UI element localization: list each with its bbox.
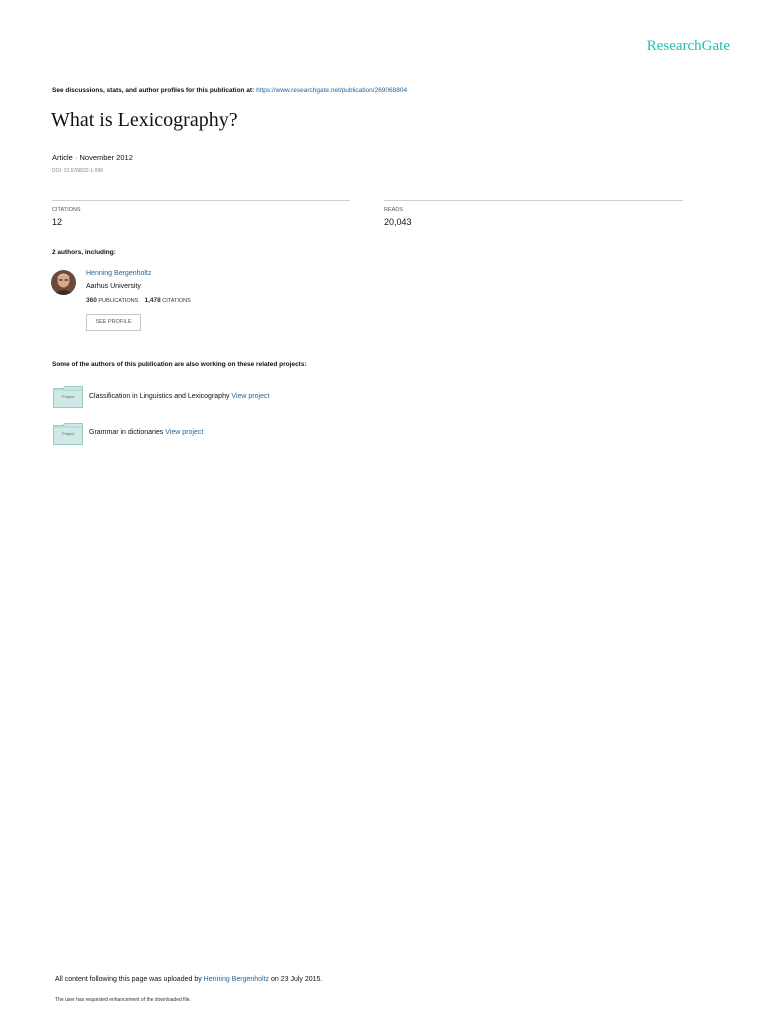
author-citations-count: 1,478 — [144, 297, 161, 304]
discussion-prefix: See discussions, stats, and author profi… — [52, 87, 257, 94]
uploaded-prefix: All content following this page was uplo… — [55, 976, 204, 983]
project-folder-label: Project — [62, 432, 74, 436]
project-item: Classification in Linguistics and Lexico… — [89, 393, 269, 400]
citations-value: 12 — [52, 217, 63, 227]
project-folder-icon: Project — [53, 386, 83, 408]
see-profile-button[interactable]: SEE PROFILE — [86, 314, 141, 331]
citations-divider — [52, 200, 350, 201]
project-folder-label: Project — [62, 395, 74, 399]
citations-label: CITATIONS — [52, 207, 81, 213]
reads-label: READS — [384, 207, 403, 213]
author-name-link[interactable]: Henning Bergenholtz — [86, 270, 151, 277]
uploader-link[interactable]: Henning Bergenholtz — [204, 976, 269, 983]
enhancement-note: The user has requested enhancement of th… — [55, 997, 191, 1003]
article-title: What is Lexicography? — [51, 109, 238, 131]
project-title: Classification in Linguistics and Lexico… — [89, 393, 230, 400]
article-meta: Article · November 2012 — [52, 153, 133, 162]
uploaded-suffix: on 23 July 2015. — [269, 976, 323, 983]
reads-divider — [384, 200, 683, 201]
authors-heading: 2 authors, including: — [52, 249, 116, 256]
researchgate-logo[interactable]: ResearchGate — [647, 38, 730, 55]
article-doi[interactable]: DOI: 10.5788/22-1-996 — [52, 168, 103, 174]
author-avatar[interactable] — [51, 270, 76, 295]
project-item: Grammar in dictionaries View project — [89, 429, 203, 436]
project-folder-icon: Project — [53, 423, 83, 445]
publication-url-link[interactable]: https://www.researchgate.net/publication… — [256, 87, 407, 94]
view-project-link[interactable]: View project — [165, 429, 203, 436]
project-title: Grammar in dictionaries — [89, 429, 164, 436]
author-stats: 360 PUBLICATIONS 1,478 CITATIONS — [86, 297, 191, 304]
author-citations-label: CITATIONS — [162, 298, 191, 304]
related-projects-heading: Some of the authors of this publication … — [52, 361, 307, 368]
author-affiliation: Aarhus University — [86, 283, 141, 290]
uploaded-by-line: All content following this page was uplo… — [55, 976, 322, 983]
view-project-link[interactable]: View project — [231, 393, 269, 400]
reads-value: 20,043 — [384, 217, 412, 227]
author-publications-count: 360 — [86, 297, 97, 304]
avatar-image — [51, 270, 76, 295]
discussion-line: See discussions, stats, and author profi… — [52, 87, 407, 94]
author-publications-label: PUBLICATIONS — [98, 298, 139, 304]
